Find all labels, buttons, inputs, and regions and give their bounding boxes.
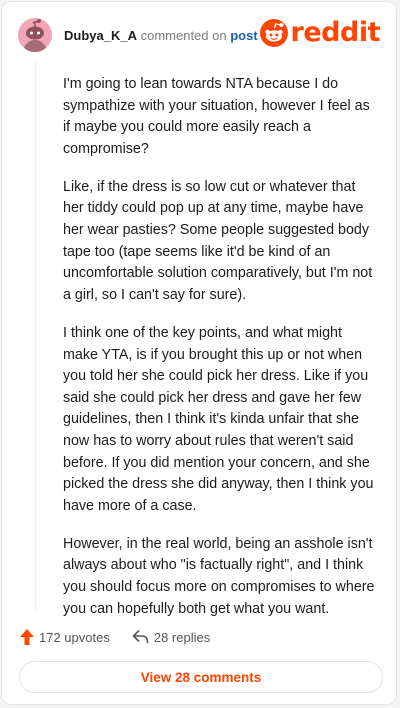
post-link[interactable]: post: [230, 28, 257, 43]
author-username[interactable]: Dubya_K_A: [64, 28, 137, 43]
comment-actions: 172 upvotes 28 replies: [20, 626, 380, 648]
reply-count: 28 replies: [153, 629, 211, 645]
commented-on-label: commented on: [140, 28, 227, 43]
comment-body: I'm going to lean towards NTA because I …: [63, 74, 375, 637]
view-comments-button[interactable]: View 28 comments: [19, 661, 383, 693]
snoo-avatar-icon: [18, 18, 52, 52]
upvote-arrow-icon: [20, 629, 34, 645]
user-avatar[interactable]: [18, 18, 52, 52]
comment-meta: Dubya_K_A commented on post: [64, 28, 258, 43]
comment-paragraph: I'm going to lean towards NTA because I …: [63, 76, 370, 157]
reply-arrow-icon: [132, 630, 149, 644]
thread-line: [35, 58, 36, 610]
reply-button[interactable]: 28 replies: [132, 630, 210, 645]
comment-paragraph: However, in the real world, being an ass…: [63, 535, 375, 617]
comment-paragraph: I think one of the key points, and what …: [63, 324, 374, 514]
upvote-count: 172 upvotes: [39, 629, 110, 645]
upvote-button[interactable]: 172 upvotes: [20, 629, 110, 645]
reddit-logo[interactable]: reddit: [259, 17, 381, 48]
reddit-snoo-icon: [259, 19, 288, 47]
comment-paragraph: Like, if the dress is so low cut or what…: [63, 178, 373, 303]
comment-card: Dubya_K_A commented on post reddit I'm g…: [1, 1, 397, 705]
reddit-wordmark: reddit: [290, 17, 381, 48]
comment-header: Dubya_K_A commented on post reddit: [18, 16, 381, 54]
